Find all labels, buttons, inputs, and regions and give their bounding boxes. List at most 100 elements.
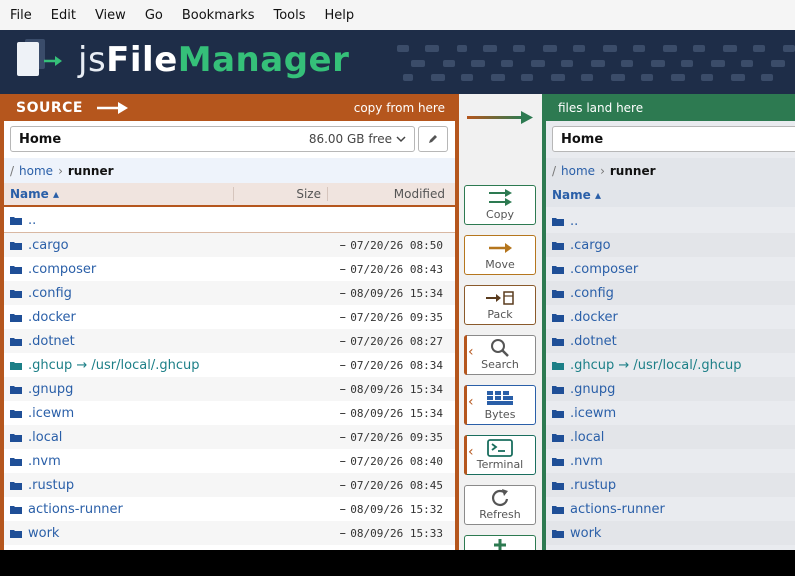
source-body: Home 86.00 GB free / home › runner Name … (4, 121, 455, 550)
folder-icon (10, 337, 22, 346)
menu-bookmarks[interactable]: Bookmarks (182, 8, 255, 23)
file-modified: 08/09/26 15:32 (350, 502, 443, 516)
banner-pattern (385, 30, 795, 94)
file-modified: 07/20/26 08:43 (350, 262, 443, 276)
folder-icon (10, 241, 22, 250)
file-row[interactable]: .local –07/20/26 09:35 (4, 425, 455, 449)
breadcrumb-separator: › (58, 163, 63, 178)
transfer-arrow-icon (467, 111, 533, 124)
column-name[interactable]: Name ▴ (4, 187, 234, 201)
file-name: .. (570, 213, 579, 229)
breadcrumb-home[interactable]: home (19, 164, 53, 178)
file-size: – (339, 525, 347, 541)
file-row[interactable]: .local (546, 425, 795, 449)
file-size: – (339, 429, 347, 445)
search-button[interactable]: Search (464, 335, 536, 375)
copy-button[interactable]: Copy (464, 185, 536, 225)
folder-icon (552, 481, 564, 490)
folder-icon (10, 481, 22, 490)
edit-location-button[interactable] (418, 126, 448, 152)
column-size[interactable]: Size (234, 187, 328, 201)
file-row[interactable]: .ghcup → /usr/local/.ghcup (546, 353, 795, 377)
file-row[interactable]: .docker –07/20/26 09:35 (4, 305, 455, 329)
file-row[interactable]: .ghcup → /usr/local/.ghcup –07/20/26 08:3… (4, 353, 455, 377)
file-row[interactable]: .composer –07/20/26 08:43 (4, 257, 455, 281)
breadcrumb-current: runner (67, 163, 114, 178)
file-row[interactable]: .config (546, 281, 795, 305)
folder-icon (10, 529, 22, 538)
column-name[interactable]: Name ▴ (546, 188, 776, 202)
file-size: – (339, 501, 347, 517)
column-modified[interactable]: Modified (328, 187, 455, 201)
folder-icon (552, 433, 564, 442)
copy-arrows-icon (487, 188, 513, 208)
destination-body: Home / home › runner Name ▴ .. .cargo .co… (546, 121, 795, 550)
file-row[interactable]: .gnupg –08/09/26 15:34 (4, 377, 455, 401)
search-icon (489, 338, 511, 358)
file-row[interactable]: .icewm –08/09/26 15:34 (4, 401, 455, 425)
file-row[interactable]: .icewm (546, 401, 795, 425)
menu-tools[interactable]: Tools (273, 8, 305, 23)
file-row[interactable]: .docker (546, 305, 795, 329)
logo-file: File (106, 40, 178, 80)
file-size: – (339, 309, 347, 325)
breadcrumb-home[interactable]: home (561, 164, 595, 178)
app-logo: jsFileManager (78, 40, 349, 80)
file-row[interactable]: .dotnet –07/20/26 08:27 (4, 329, 455, 353)
file-size: – (339, 381, 347, 397)
file-row[interactable]: .dotnet (546, 329, 795, 353)
file-name: .icewm (570, 405, 617, 421)
pack-button[interactable]: Pack (464, 285, 536, 325)
file-name: work (28, 525, 60, 541)
file-row[interactable]: .rustup –07/20/26 08:45 (4, 473, 455, 497)
pack-label: Pack (487, 308, 513, 321)
terminal-button[interactable]: Terminal (464, 435, 536, 475)
breadcrumb-root[interactable]: / (10, 164, 14, 178)
parent-row[interactable]: .. (4, 209, 455, 233)
file-row[interactable]: .composer (546, 257, 795, 281)
file-row[interactable]: work –08/09/26 15:33 (4, 521, 455, 545)
pencil-icon (429, 135, 437, 143)
file-row[interactable]: .gnupg (546, 377, 795, 401)
destination-breadcrumb: / home › runner (546, 158, 795, 183)
menu-go[interactable]: Go (145, 8, 163, 23)
parent-row[interactable]: .. (546, 209, 795, 233)
folder-icon (552, 289, 564, 298)
menu-edit[interactable]: Edit (51, 8, 76, 23)
file-name: .local (570, 429, 605, 445)
move-button[interactable]: Move (464, 235, 536, 275)
source-location-select[interactable]: Home 86.00 GB free (10, 126, 415, 152)
menu-view[interactable]: View (95, 8, 126, 23)
breadcrumb-root[interactable]: / (552, 164, 556, 178)
destination-header: files land here (542, 94, 795, 121)
menu-file[interactable]: File (10, 8, 32, 23)
menu-bar: File Edit View Go Bookmarks Tools Help (0, 0, 795, 30)
file-row[interactable]: .rustup (546, 473, 795, 497)
refresh-button[interactable]: Refresh (464, 485, 536, 525)
file-row[interactable]: .cargo –07/20/26 08:50 (4, 233, 455, 257)
file-row[interactable]: work (546, 521, 795, 545)
file-row[interactable]: .nvm (546, 449, 795, 473)
file-name: .config (570, 285, 614, 301)
destination-column-header: Name ▴ (546, 183, 795, 207)
file-name: .composer (570, 261, 639, 277)
source-header: SOURCE copy from here (0, 94, 459, 121)
file-row[interactable]: .config –08/09/26 15:34 (4, 281, 455, 305)
file-row[interactable]: actions-runner –08/09/26 15:32 (4, 497, 455, 521)
app-banner: jsFileManager (0, 30, 795, 94)
destination-location-select[interactable]: Home (552, 126, 795, 152)
file-size: – (339, 357, 347, 373)
source-subtitle: copy from here (353, 100, 445, 115)
file-row[interactable]: actions-runner (546, 497, 795, 521)
pack-icon (485, 288, 515, 308)
file-name: .cargo (28, 237, 69, 253)
file-row[interactable]: .cargo (546, 233, 795, 257)
file-row[interactable]: .nvm –07/20/26 08:40 (4, 449, 455, 473)
bytes-button[interactable]: Bytes (464, 385, 536, 425)
refresh-label: Refresh (479, 508, 521, 521)
folder-icon (552, 505, 564, 514)
menu-help[interactable]: Help (325, 8, 355, 23)
file-modified: 07/20/26 09:35 (350, 430, 443, 444)
file-size: – (339, 405, 347, 421)
source-breadcrumb: / home › runner (4, 158, 455, 183)
